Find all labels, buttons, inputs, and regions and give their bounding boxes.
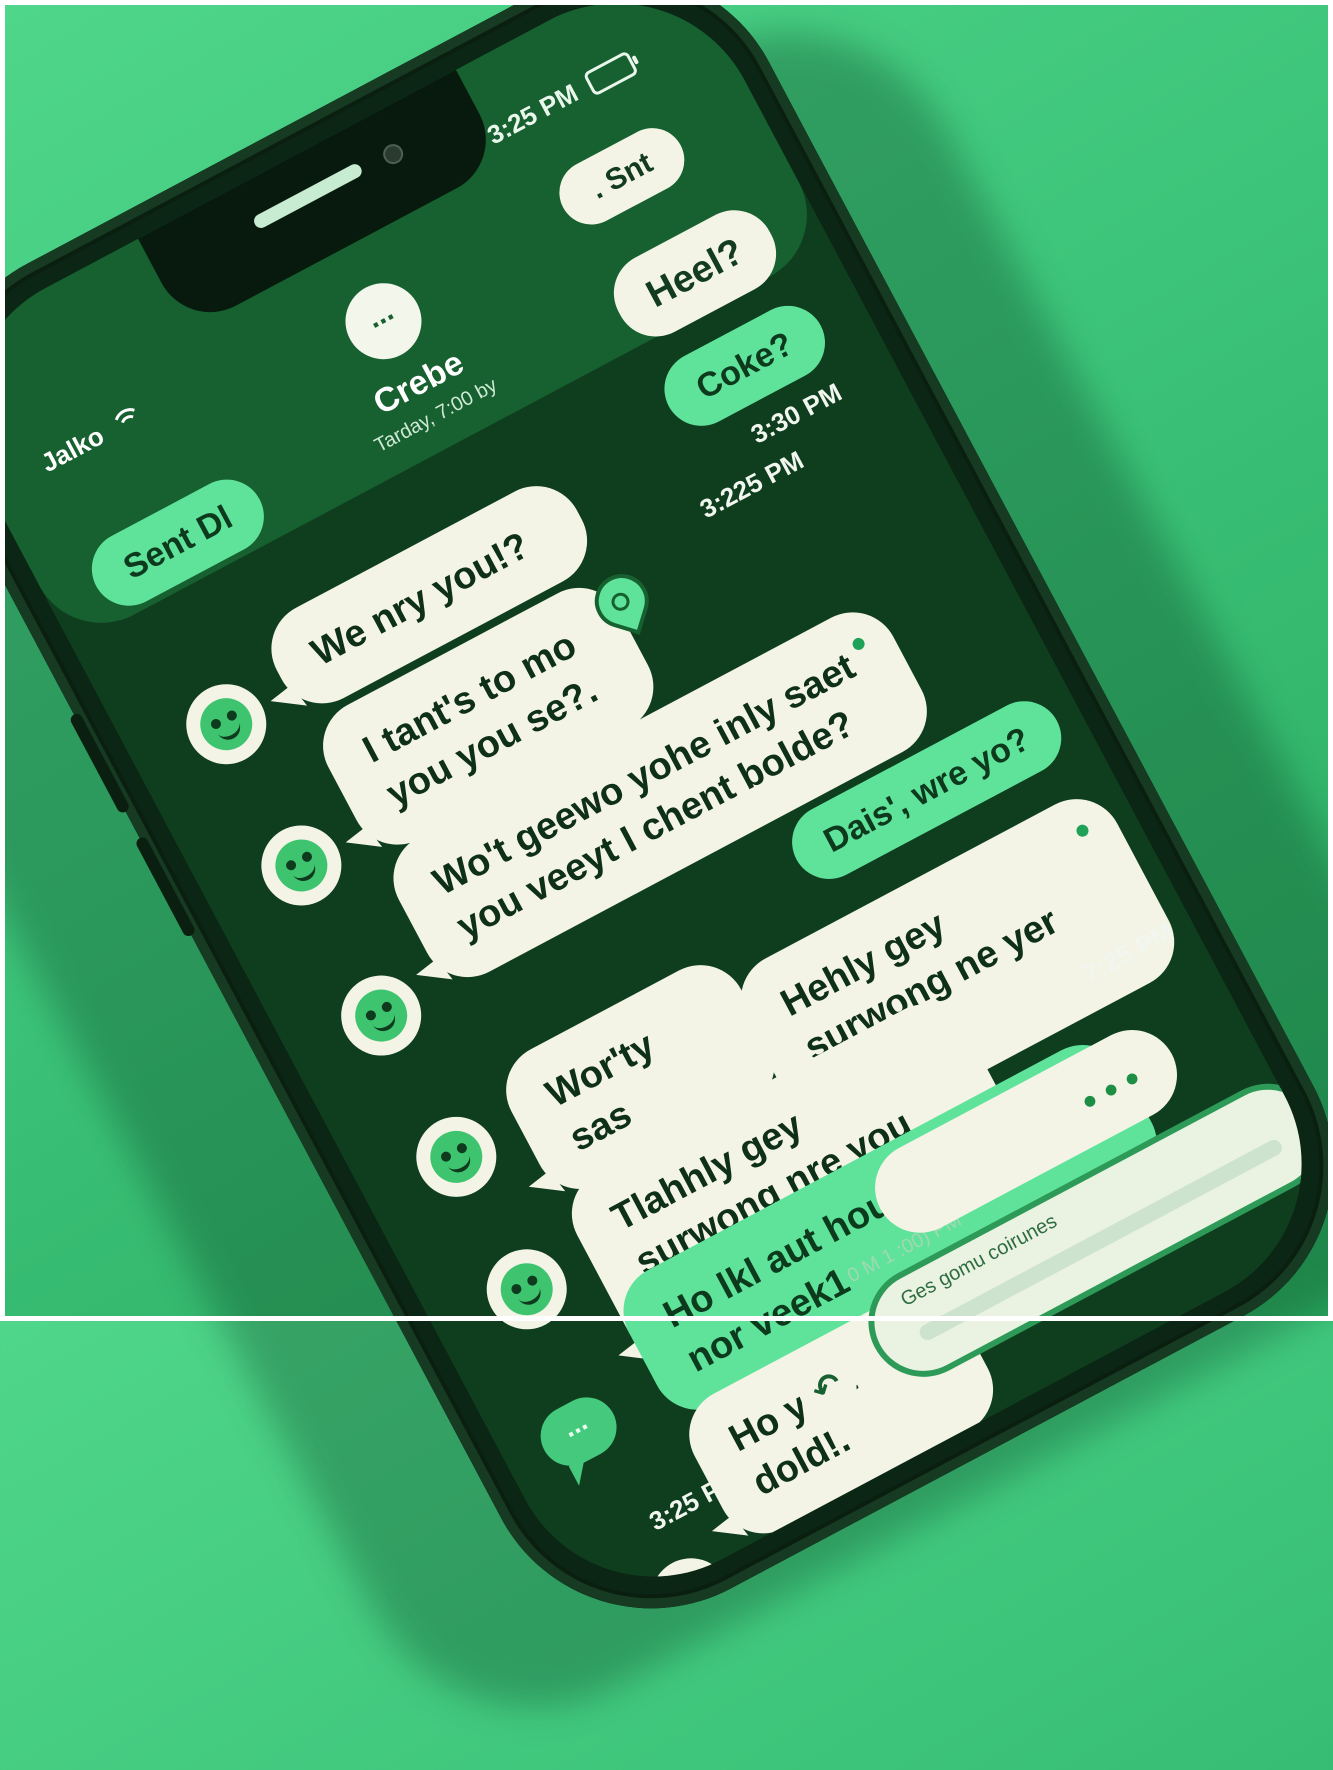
- contact-avatar-small: [172, 670, 281, 779]
- avatar-face-icon: [346, 980, 417, 1051]
- phone-device: Jalko 3:25 PM . Snt ... Crebe Tarday, 7:…: [0, 0, 1333, 1669]
- message-time: 3:225 PM: [694, 444, 809, 525]
- avatar-face-icon: [491, 1254, 562, 1325]
- avatar-face-icon: [191, 689, 262, 760]
- avatar-face-icon: [421, 1121, 492, 1192]
- contact-avatar-small: [247, 811, 356, 920]
- contact-avatar-small: [402, 1102, 511, 1211]
- speaker: [251, 161, 365, 231]
- typing-dots: • • •: [1074, 1057, 1149, 1124]
- typing-indicator: ...: [530, 1386, 628, 1477]
- camera: [379, 140, 407, 168]
- avatar-face-icon: [266, 830, 337, 901]
- contact-avatar-small: [472, 1235, 581, 1344]
